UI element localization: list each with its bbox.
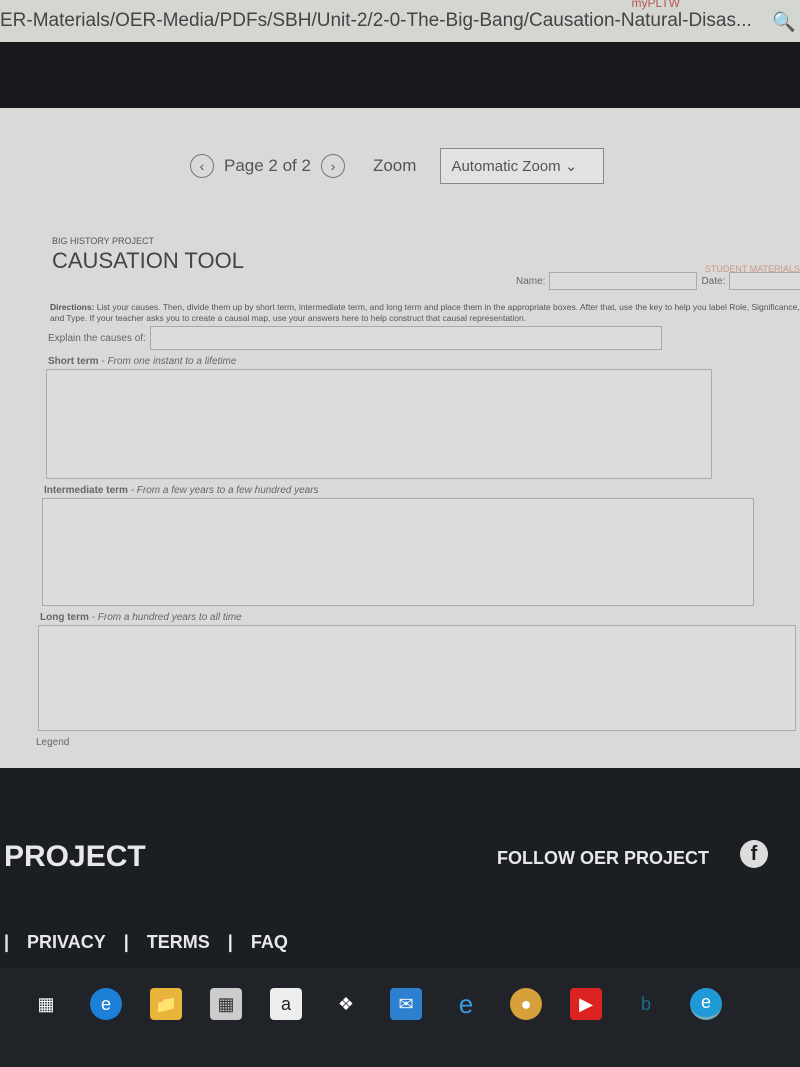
directions-text: List your causes. Then, divide them up b… [50, 302, 800, 323]
project-label: BIG HISTORY PROJECT [52, 236, 155, 246]
privacy-link[interactable]: PRIVACY [27, 932, 106, 953]
explain-label: Explain the causes of: [48, 332, 146, 344]
url-text: ER-Materials/OER-Media/PDFs/SBH/Unit-2/2… [0, 10, 752, 31]
footer-brand: PROJECT [4, 840, 146, 873]
chrome-icon[interactable]: ● [510, 988, 542, 1020]
short-term-box[interactable] [46, 369, 712, 479]
directions-label: Directions: [50, 302, 95, 312]
mail-icon[interactable]: ✉ [390, 988, 422, 1020]
task-view-icon[interactable]: ▦ [30, 988, 62, 1020]
short-term-label: Short term - From one instant to a lifet… [48, 356, 237, 367]
intermediate-term-box[interactable] [42, 498, 754, 606]
chevron-down-icon: ⌄ [564, 158, 578, 175]
page-title: CAUSATION TOOL [52, 248, 244, 273]
internet-explorer-icon[interactable]: e [450, 988, 482, 1020]
pdf-toolbar: ‹ Page 2 of 2 › Zoom Automatic Zoom ⌄ [190, 148, 605, 184]
next-page-button[interactable]: › [320, 154, 345, 178]
search-icon[interactable]: 🔍 [772, 10, 796, 34]
edge-active-icon[interactable]: e [690, 988, 722, 1020]
dropbox-icon[interactable]: ❖ [330, 988, 362, 1020]
tab-myplltw[interactable]: myPLTW [632, 0, 680, 10]
faq-link[interactable]: FAQ [251, 932, 288, 953]
long-term-box[interactable] [38, 625, 796, 731]
bing-icon[interactable]: b [630, 988, 662, 1020]
facebook-icon[interactable]: f [740, 840, 768, 868]
pdf-page: BIG HISTORY PROJECT CAUSATION TOOL STUDE… [36, 236, 800, 748]
terms-link[interactable]: TERMS [147, 932, 210, 953]
long-term-label: Long term - From a hundred years to all … [40, 612, 242, 623]
name-field[interactable] [549, 272, 698, 290]
zoom-select[interactable]: Automatic Zoom ⌄ [440, 148, 605, 184]
date-label: Date: [701, 275, 726, 287]
previous-page-button[interactable]: ‹ [190, 154, 214, 178]
intermediate-term-label: Intermediate term - From a few years to … [44, 485, 319, 496]
address-bar[interactable]: ER-Materials/OER-Media/PDFs/SBH/Unit-2/2… [0, 0, 800, 42]
browser-chrome [0, 42, 800, 108]
directions: Directions: List your causes. Then, divi… [36, 302, 800, 324]
file-explorer-icon[interactable]: 📁 [150, 988, 182, 1020]
zoom-value: Automatic Zoom [451, 158, 561, 175]
explain-causes-field[interactable] [149, 326, 662, 350]
legend-label: Legend [36, 737, 70, 748]
page-indicator: Page 2 of 2 [224, 156, 311, 175]
taskbar: ▦ e 📁 ▦ a ❖ ✉ e ● ▶ b e [0, 968, 800, 1067]
site-footer: PROJECT FOLLOW OER PROJECT f | PRIVACY | T… [0, 768, 800, 968]
amazon-icon[interactable]: a [270, 988, 302, 1020]
youtube-icon[interactable]: ▶ [570, 988, 602, 1020]
name-label: Name: [516, 275, 546, 287]
pdf-viewer: ‹ Page 2 of 2 › Zoom Automatic Zoom ⌄ BI… [0, 108, 800, 768]
date-field[interactable] [729, 272, 800, 290]
follow-link[interactable]: FOLLOW OER PROJECT [497, 848, 709, 869]
edge-icon[interactable]: e [90, 988, 122, 1020]
zoom-label: Zoom [372, 156, 417, 175]
store-icon[interactable]: ▦ [210, 988, 242, 1020]
